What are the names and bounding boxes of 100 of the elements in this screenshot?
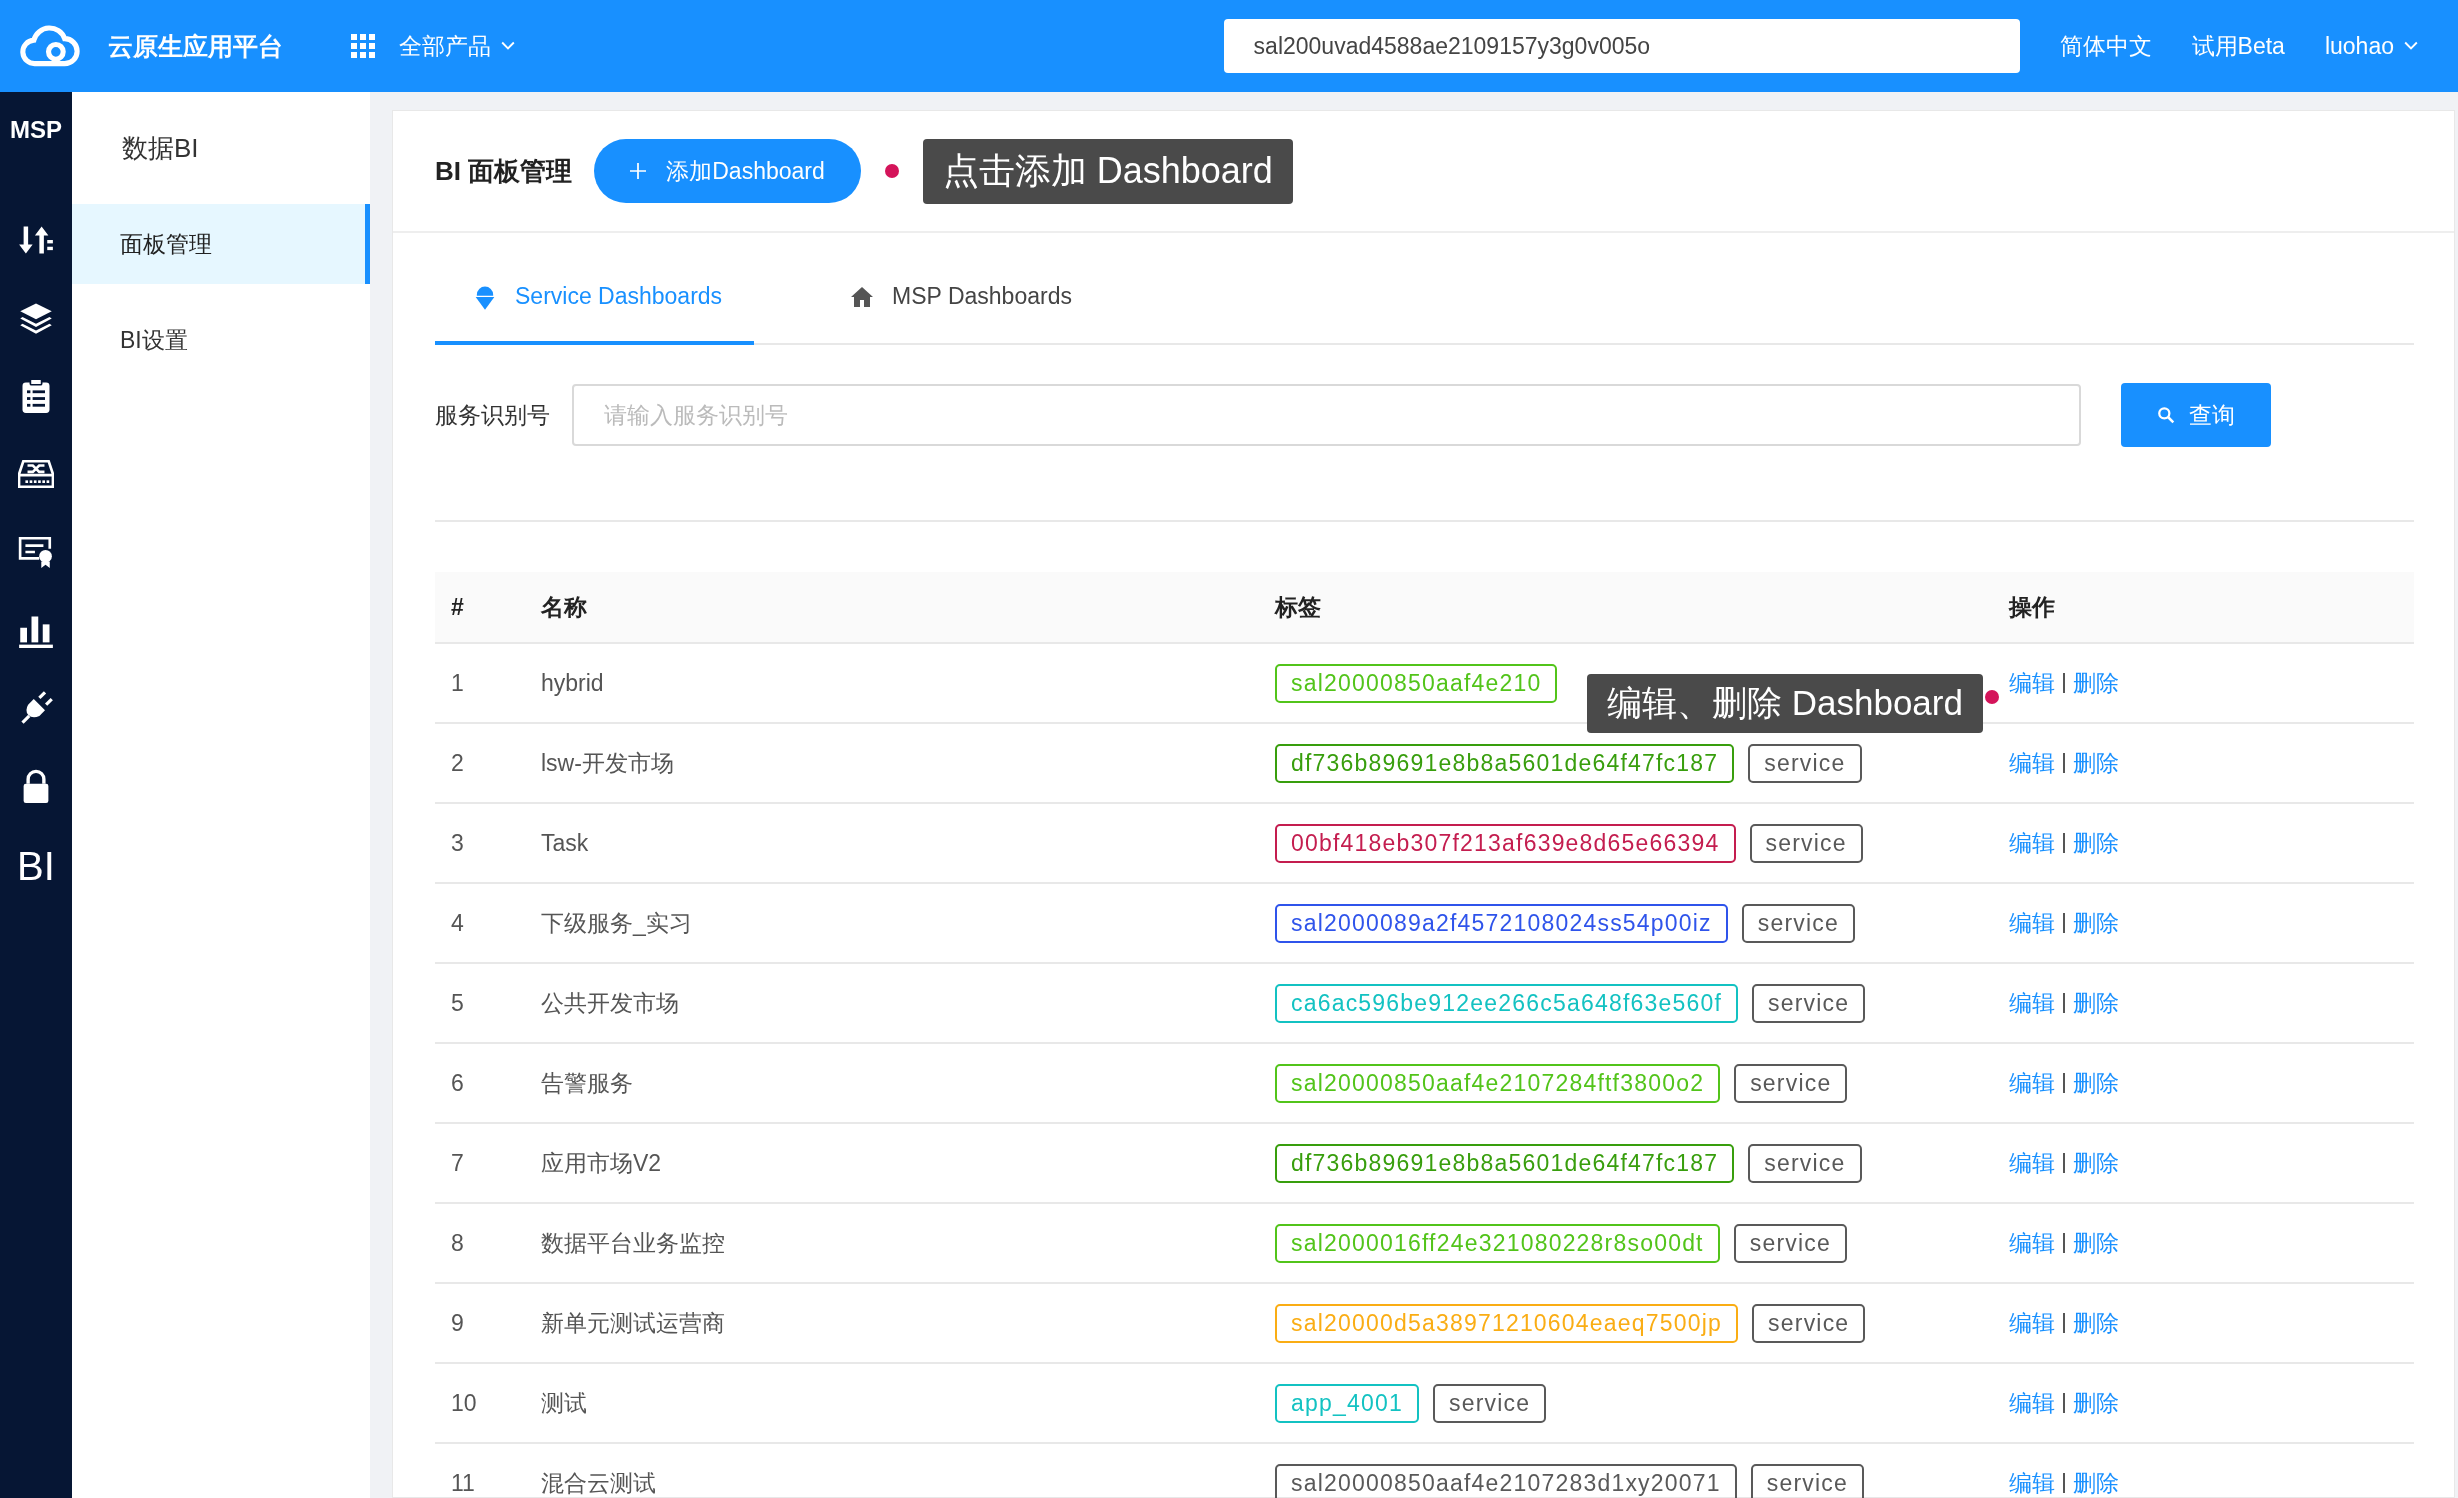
grid-icon[interactable] xyxy=(351,34,375,58)
table-cell-text: 告警服务 xyxy=(541,1068,634,1098)
column-header: 名称 xyxy=(541,592,588,622)
action-link[interactable]: 删除 xyxy=(2073,1307,2119,1339)
page-title: BI 面板管理 xyxy=(435,154,573,188)
table-cell-text: 6 xyxy=(450,1069,465,1097)
action-link[interactable]: 编辑 xyxy=(2009,667,2055,699)
app-title: 云原生应用平台 xyxy=(108,30,283,62)
tab-label: MSP Dashboards xyxy=(892,283,1072,310)
field-label: 服务识别号 xyxy=(435,400,550,430)
tag: service xyxy=(1748,743,1862,783)
tag: service xyxy=(1752,983,1866,1023)
certificate-icon[interactable] xyxy=(18,534,54,570)
action-link[interactable]: 编辑 xyxy=(2009,907,2055,939)
hint-tooltip: 编辑、删除 Dashboard xyxy=(1587,674,1983,733)
hint-tooltip: 点击添加 Dashboard xyxy=(922,138,1293,204)
action-link[interactable]: 删除 xyxy=(2073,987,2119,1019)
action-link[interactable]: 删除 xyxy=(2073,1067,2119,1099)
action-link[interactable]: 删除 xyxy=(2073,667,2119,699)
table-cell-text: 测试 xyxy=(541,1388,588,1418)
chevron-down-icon[interactable] xyxy=(2404,41,2418,51)
tag: service xyxy=(1733,1223,1847,1263)
action-link[interactable]: 编辑 xyxy=(2009,1067,2055,1099)
table-cell-text: 7 xyxy=(450,1149,465,1177)
table-cell-text: lsw-开发市场 xyxy=(541,748,675,778)
top-link[interactable]: 试用Beta xyxy=(2191,30,2285,62)
table-cell-text: 11 xyxy=(450,1469,476,1497)
cloud-logo-icon xyxy=(20,24,80,68)
tag: 00bf418eb307f213af639e8d65e66394 xyxy=(1275,823,1736,863)
table-cell-text: 混合云测试 xyxy=(541,1468,657,1498)
rail-title: MSP xyxy=(10,116,62,144)
action-link[interactable]: 删除 xyxy=(2073,1147,2119,1179)
tag: sal2000016ff24e321080228r8so00dt xyxy=(1275,1223,1720,1263)
table-cell-text: 9 xyxy=(450,1309,465,1337)
action-link[interactable]: 编辑 xyxy=(2009,1387,2055,1419)
action-link[interactable]: 删除 xyxy=(2073,1467,2119,1498)
add-dashboard-button[interactable]: 添加Dashboard xyxy=(594,139,861,203)
rail-item[interactable]: BI xyxy=(17,846,55,886)
table-cell-text: 10 xyxy=(450,1389,478,1417)
tag: service xyxy=(1432,1383,1547,1423)
top-link[interactable]: 简体中文 xyxy=(2059,30,2152,62)
action-link[interactable]: 删除 xyxy=(2073,747,2119,779)
action-link[interactable]: 删除 xyxy=(2073,1227,2119,1259)
products-menu[interactable]: 全部产品 xyxy=(399,30,491,62)
action-link[interactable]: 编辑 xyxy=(2009,987,2055,1019)
tag: service xyxy=(1734,1063,1848,1103)
tag: service xyxy=(1750,1463,1865,1498)
column-header: 标签 xyxy=(1275,592,1322,622)
table-cell-text: 3 xyxy=(450,829,465,857)
service-id-field[interactable]: 请输入服务识别号 xyxy=(572,384,2081,446)
user-menu[interactable]: luohao xyxy=(2324,32,2394,60)
table-cell-text: 新单元测试运营商 xyxy=(541,1308,726,1338)
table-cell-text: 公共开发市场 xyxy=(541,988,680,1018)
column-header: 操作 xyxy=(2009,592,2056,622)
tag: sal20000850aaf4e2107284ftf3800o2 xyxy=(1275,1063,1721,1103)
tag: ca6ac596be912ee266c5a648f63e560f xyxy=(1275,983,1739,1023)
table-cell-text: 5 xyxy=(450,989,465,1017)
menu-item[interactable]: 面板管理 xyxy=(72,204,370,284)
action-link[interactable]: 编辑 xyxy=(2009,747,2055,779)
search-icon xyxy=(2157,406,2175,424)
action-link[interactable]: 编辑 xyxy=(2009,1227,2055,1259)
action-link[interactable]: 编辑 xyxy=(2009,827,2055,859)
plug-icon[interactable] xyxy=(18,690,54,726)
table-cell-text: 1 xyxy=(450,669,465,697)
plus-icon xyxy=(630,163,647,179)
tab[interactable]: Service Dashboards xyxy=(435,277,755,345)
tag: app_4001 xyxy=(1275,1383,1419,1423)
table-cell-text: Task xyxy=(541,829,590,857)
tag: sal20000850aaf4e2107283d1xy20071 xyxy=(1275,1463,1737,1498)
table-cell-text: 4 xyxy=(450,909,465,937)
chevron-down-icon[interactable] xyxy=(501,41,515,51)
table-cell-text: 2 xyxy=(450,749,465,777)
menu-item[interactable]: BI设置 xyxy=(72,300,370,380)
tag: service xyxy=(1741,903,1856,943)
action-link[interactable]: 删除 xyxy=(2073,1387,2119,1419)
table-cell-text: 8 xyxy=(450,1229,465,1257)
action-link[interactable]: 编辑 xyxy=(2009,1147,2055,1179)
tag: sal20000850aaf4e210 xyxy=(1275,663,1558,703)
action-link[interactable]: 编辑 xyxy=(2009,1307,2055,1339)
hint-dot-icon xyxy=(1985,690,1999,704)
hint-dot-icon xyxy=(884,164,899,178)
action-link[interactable]: 删除 xyxy=(2073,827,2119,859)
search-field[interactable]: sal200uvad4588ae2109157y3g0v005o xyxy=(1223,19,2020,73)
tab[interactable]: MSP Dashboards xyxy=(812,277,1104,343)
tag: sal2000089a2f4572108024ss54p00iz xyxy=(1275,903,1728,943)
tag: service xyxy=(1752,1303,1866,1343)
table-cell-text: 应用市场V2 xyxy=(541,1148,663,1178)
tag: sal20000d5a38971210604eaeq7500jp xyxy=(1275,1303,1739,1343)
tag: service xyxy=(1748,1143,1862,1183)
query-button[interactable]: 查询 xyxy=(2121,383,2271,447)
tag: service xyxy=(1749,823,1863,863)
table-cell-text: hybrid xyxy=(541,669,605,697)
tag: df736b89691e8b8a5601de64f47fc187 xyxy=(1275,1143,1735,1183)
menu-title: 数据BI xyxy=(121,132,200,165)
tab-label: Service Dashboards xyxy=(515,283,723,310)
tag: df736b89691e8b8a5601de64f47fc187 xyxy=(1275,743,1735,783)
action-link[interactable]: 删除 xyxy=(2073,907,2119,939)
action-link[interactable]: 编辑 xyxy=(2009,1467,2055,1498)
column-header: # xyxy=(450,593,465,621)
table-cell-text: 下级服务_实习 xyxy=(541,908,693,938)
